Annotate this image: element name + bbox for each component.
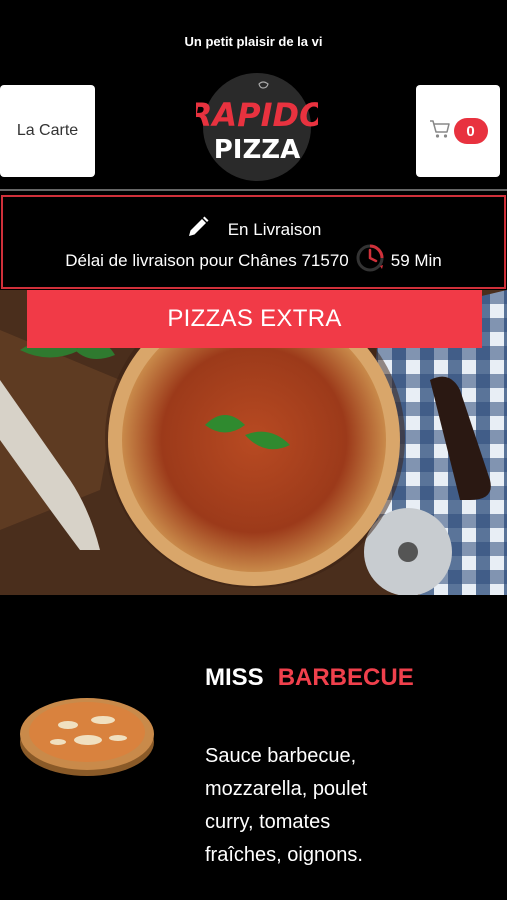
product-description: Sauce barbecue, mozzarella, poulet curry…: [205, 745, 368, 866]
cart-button[interactable]: 0: [416, 85, 500, 177]
delivery-mode: En Livraison: [227, 219, 322, 239]
clock-icon: [355, 243, 385, 278]
svg-text:PIZZA: PIZZA: [214, 135, 301, 165]
product-name-part2: BARBECUE: [277, 664, 414, 691]
tagline: Un petit plaisir de la vi: [184, 34, 323, 49]
pencil-icon[interactable]: [186, 215, 210, 244]
category-banner[interactable]: PIZZAS EXTRA: [27, 290, 482, 348]
product-title: MISS BARBECUE: [205, 664, 414, 692]
cart-count-badge: 0: [453, 118, 488, 144]
svg-text:RAPIDO: RAPIDO: [196, 96, 318, 134]
delivery-delay-time: 59 Min: [390, 250, 442, 270]
header-separator: [0, 189, 507, 191]
rapido-pizza-logo[interactable]: RAPIDO PIZZA: [188, 72, 326, 182]
product-image[interactable]: [18, 690, 156, 782]
cart-icon: [429, 119, 451, 144]
delivery-delay-text: Délai de livraison pour Chânes 71570: [65, 250, 349, 270]
product-name-part1: MISS: [205, 664, 264, 691]
delivery-info-box[interactable]: En Livraison Délai de livraison pour Châ…: [1, 195, 506, 289]
menu-button[interactable]: La Carte: [0, 85, 95, 177]
